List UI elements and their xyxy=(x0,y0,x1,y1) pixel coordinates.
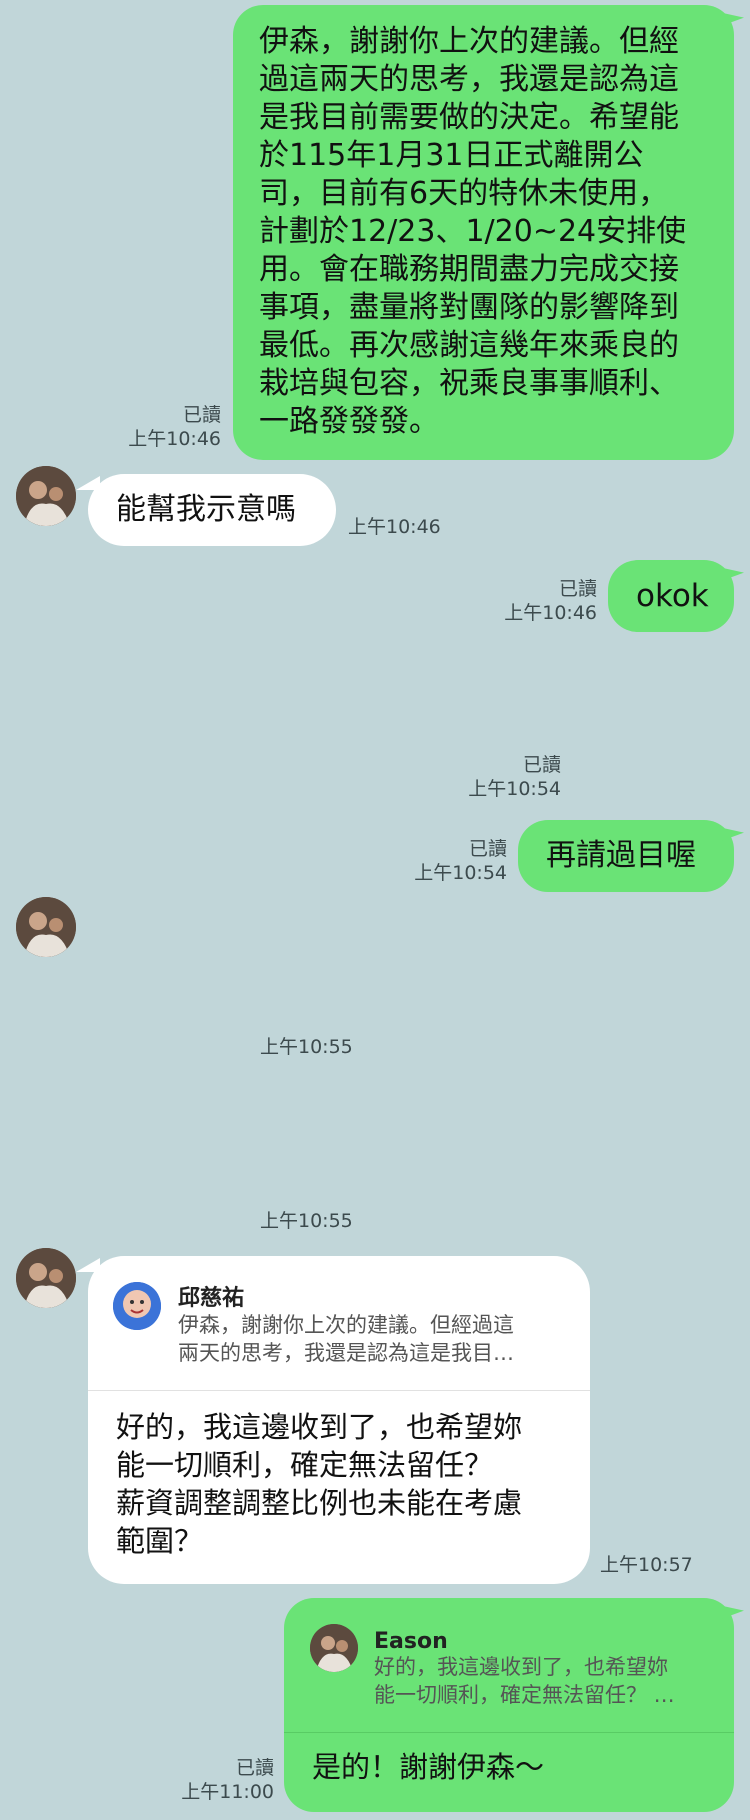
read-receipt: 已讀 xyxy=(522,754,561,776)
outgoing-message-bubble[interactable]: okok xyxy=(608,560,734,632)
avatar-photo xyxy=(16,466,76,526)
bubble-tail xyxy=(720,558,744,582)
contact-avatar-icon[interactable] xyxy=(16,1248,76,1308)
message-timestamp: 上午10:55 xyxy=(260,1036,353,1058)
contact-avatar-icon[interactable] xyxy=(16,466,76,526)
incoming-message-bubble[interactable]: 能幫我示意嗎 xyxy=(88,474,336,546)
quote-divider xyxy=(88,1390,590,1391)
avatar-photo xyxy=(16,897,76,957)
bubble-tail xyxy=(720,1596,744,1620)
read-receipt: 已讀 xyxy=(468,838,507,860)
message-timestamp: 上午10:46 xyxy=(348,516,441,538)
quote-avatar-photo xyxy=(310,1624,358,1672)
message-text: 是的！謝謝伊森～ xyxy=(312,1750,545,1784)
message-text: 好的，我這邊收到了，也希望妳 能一切順利，確定無法留任？ 薪資調整調整比例也未能… xyxy=(116,1410,523,1558)
outgoing-reply-bubble[interactable]: Eason 好的，我這邊收到了，也希望妳 能一切順利，確定無法留任？ … 是的！… xyxy=(284,1598,734,1812)
message-text: okok xyxy=(636,578,709,614)
quote-divider xyxy=(284,1732,734,1733)
message-text: 伊森，謝謝你上次的建議。但經 過這兩天的思考，我還是認為這 是我目前需要做的決定… xyxy=(259,24,687,439)
message-timestamp: 上午10:54 xyxy=(414,862,507,884)
read-receipt: 已讀 xyxy=(182,404,221,426)
outgoing-message-bubble[interactable]: 伊森，謝謝你上次的建議。但經 過這兩天的思考，我還是認為這 是我目前需要做的決定… xyxy=(233,5,734,460)
quoted-message-text: 好的，我這邊收到了，也希望妳 能一切順利，確定無法留任？ … xyxy=(374,1655,675,1707)
incoming-reply-bubble[interactable]: 邱慈祐 伊森，謝謝你上次的建議。但經過這 兩天的思考，我還是認為這是我目… 好的… xyxy=(88,1256,590,1584)
read-receipt: 已讀 xyxy=(235,1757,274,1779)
message-timestamp: 上午10:57 xyxy=(600,1554,693,1576)
avatar-photo xyxy=(16,1248,76,1308)
bubble-tail xyxy=(76,476,100,490)
message-text: 再請過目喔 xyxy=(546,838,696,873)
quoted-message-text: 伊森，謝謝你上次的建議。但經過這 兩天的思考，我還是認為這是我目… xyxy=(178,1313,514,1365)
message-timestamp: 上午10:55 xyxy=(260,1210,353,1232)
message-timestamp: 上午10:46 xyxy=(128,428,221,450)
message-timestamp: 上午11:00 xyxy=(181,1781,274,1803)
message-timestamp: 上午10:54 xyxy=(468,778,561,800)
quote-avatar-icon xyxy=(310,1624,358,1672)
contact-avatar-icon[interactable] xyxy=(16,897,76,957)
outgoing-message-bubble[interactable]: 再請過目喔 xyxy=(518,820,734,892)
quote-avatar-photo xyxy=(113,1282,161,1330)
message-timestamp: 上午10:46 xyxy=(504,602,597,624)
bubble-tail xyxy=(76,1258,100,1272)
message-text: 能幫我示意嗎 xyxy=(116,492,296,527)
bubble-tail xyxy=(720,3,744,27)
read-receipt: 已讀 xyxy=(558,578,597,600)
bubble-tail xyxy=(720,818,744,842)
quote-avatar-icon xyxy=(113,1282,161,1330)
